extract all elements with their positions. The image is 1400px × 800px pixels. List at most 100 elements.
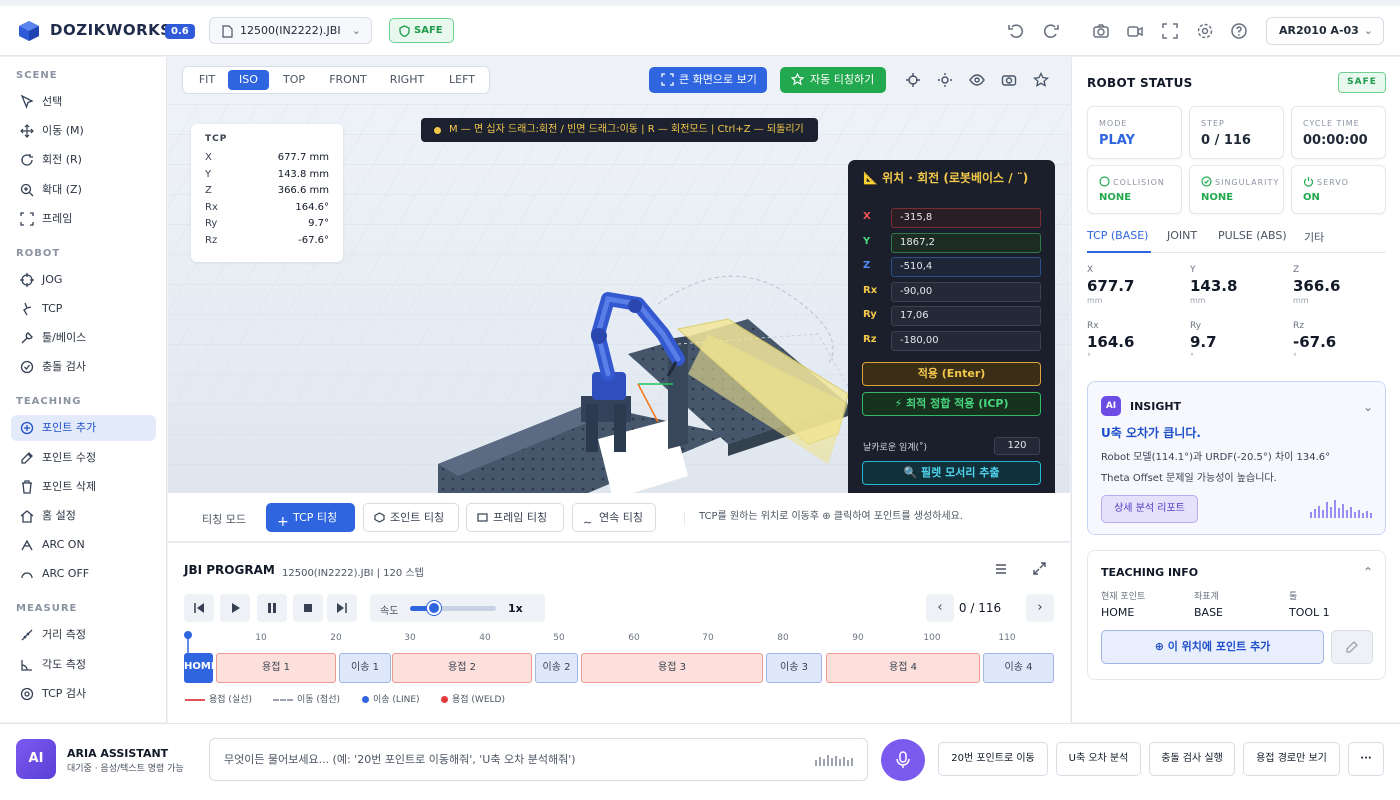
sidebar-item-tcp-check[interactable]: TCP 검사 bbox=[11, 681, 156, 707]
add-point-here-button[interactable]: ⊕ 이 위치에 포인트 추가 bbox=[1101, 630, 1324, 664]
skip-end-button[interactable] bbox=[327, 594, 357, 622]
sidebar-item-delete-point[interactable]: 포인트 삭제 bbox=[11, 474, 156, 500]
expand-icon[interactable] bbox=[1033, 562, 1046, 575]
joint-teach-button[interactable]: 조인트 티칭 bbox=[363, 503, 459, 532]
sidebar-item-rotate[interactable]: 회전 (R) bbox=[11, 147, 156, 173]
sidebar-item-arc-off[interactable]: ARC OFF bbox=[11, 561, 156, 587]
sidebar-item-collision[interactable]: 충돌 검사 bbox=[11, 354, 156, 380]
more-icon[interactable]: ··· bbox=[1348, 742, 1384, 776]
view-right-button[interactable]: RIGHT bbox=[381, 70, 433, 90]
favorite-icon[interactable] bbox=[1033, 72, 1049, 88]
timeline-segment-move[interactable]: 이송 2 bbox=[535, 653, 578, 683]
pos-y-input[interactable]: 1867,2 bbox=[891, 233, 1041, 253]
sharp-threshold-input[interactable]: 120 bbox=[994, 437, 1040, 455]
timeline-segment-move[interactable]: 이송 4 bbox=[983, 653, 1054, 683]
view-fit-button[interactable]: FIT bbox=[189, 70, 225, 90]
help-icon[interactable] bbox=[1230, 22, 1248, 40]
coord-unit: mm bbox=[1087, 296, 1103, 305]
icp-button[interactable]: ⚡ 최적 정합 적용 (ICP) bbox=[862, 392, 1041, 416]
continuous-teach-button[interactable]: ∼ 연속 티칭 bbox=[572, 503, 656, 532]
timeline-segment-move[interactable]: 이송 1 bbox=[339, 653, 391, 683]
sidebar-item-edit-point[interactable]: 포인트 수정 bbox=[11, 445, 156, 471]
stop-button[interactable] bbox=[293, 594, 323, 622]
tcp-value: 164.6° bbox=[295, 201, 329, 213]
sidebar-item-tool-base[interactable]: 툴/베이스 bbox=[11, 325, 156, 351]
screenshot-icon[interactable] bbox=[1001, 72, 1017, 88]
sidebar-item-select[interactable]: 선택 bbox=[11, 89, 156, 115]
light-icon[interactable] bbox=[937, 72, 953, 88]
quick-goto-point-button[interactable]: 20번 포인트로 이동 bbox=[938, 742, 1048, 776]
apply-button[interactable]: 적용 (Enter) bbox=[862, 362, 1041, 386]
sidebar-item-distance[interactable]: 거리 측정 bbox=[11, 622, 156, 648]
tab-joint[interactable]: JOINT bbox=[1167, 229, 1197, 253]
camera-icon[interactable] bbox=[1092, 22, 1110, 40]
chevron-up-icon[interactable]: ⌃ bbox=[1363, 565, 1373, 579]
speed-slider[interactable] bbox=[410, 601, 496, 615]
pos-row-rx: Rx -90,00 bbox=[863, 282, 1041, 302]
file-dropdown[interactable]: 12500(IN2222).JBI ⌄ bbox=[209, 17, 372, 44]
step-counter: 0 / 116 bbox=[958, 601, 1002, 615]
timeline-segment-weld[interactable]: 용접 1 bbox=[216, 653, 336, 683]
crosshair-icon[interactable] bbox=[905, 72, 921, 88]
view-iso-button[interactable]: ISO bbox=[228, 70, 269, 90]
detail-report-button[interactable]: 상세 분석 리포트 bbox=[1101, 495, 1198, 523]
card-label: MODE bbox=[1099, 119, 1128, 128]
sidebar-item-move[interactable]: 이동 (M) bbox=[11, 118, 156, 144]
timeline-segment-weld[interactable]: 용접 4 bbox=[826, 653, 980, 683]
tcp-teach-button[interactable]: + TCP 티칭 bbox=[266, 503, 355, 532]
pos-key: Rz bbox=[863, 334, 877, 345]
timeline-segment-move[interactable]: 이송 3 bbox=[766, 653, 822, 683]
big-view-button[interactable]: 큰 화면으로 보기 bbox=[649, 67, 767, 93]
undo-icon[interactable] bbox=[1007, 22, 1025, 40]
tab-other[interactable]: 기타 bbox=[1304, 229, 1324, 253]
timeline-segment-home[interactable]: HOME bbox=[184, 653, 218, 683]
quick-collision-check-button[interactable]: 충돌 검사 실행 bbox=[1149, 742, 1235, 776]
view-top-button[interactable]: TOP bbox=[273, 70, 315, 90]
sidebar-item-home[interactable]: 홈 설정 bbox=[11, 503, 156, 529]
sidebar-item-label: JOG bbox=[42, 273, 63, 286]
tab-tcp-base[interactable]: TCP (BASE) bbox=[1087, 229, 1151, 253]
sidebar-item-add-point[interactable]: 포인트 추가 bbox=[11, 415, 156, 441]
sidebar-item-angle[interactable]: 각도 측정 bbox=[11, 652, 156, 678]
timeline-tick: 30 bbox=[404, 633, 416, 643]
pause-button[interactable] bbox=[257, 594, 287, 622]
speed-slider-knob[interactable] bbox=[427, 601, 442, 615]
timeline-segment-weld[interactable]: 용접 3 bbox=[581, 653, 763, 683]
list-icon[interactable] bbox=[995, 563, 1007, 575]
sidebar-item-arc-on[interactable]: ARC ON bbox=[11, 532, 156, 558]
pos-rz-input[interactable]: -180,00 bbox=[891, 331, 1041, 351]
pos-ry-input[interactable]: 17,06 bbox=[891, 306, 1041, 326]
fullscreen-icon[interactable] bbox=[1161, 22, 1179, 40]
sidebar-item-frame[interactable]: 프레임 bbox=[11, 206, 156, 232]
quick-weld-path-button[interactable]: 용접 경로만 보기 bbox=[1243, 742, 1340, 776]
frame-teach-button[interactable]: 프레임 티칭 bbox=[466, 503, 564, 532]
auto-teach-button[interactable]: 자동 티칭하기 bbox=[780, 67, 886, 93]
robot-model-dropdown[interactable]: AR2010 A-03 ⌄ bbox=[1266, 17, 1384, 45]
coord-value: 677.7 bbox=[1087, 277, 1135, 295]
sidebar-item-tcp[interactable]: TCP bbox=[11, 296, 156, 322]
view-left-button[interactable]: LEFT bbox=[439, 70, 485, 90]
gear-icon[interactable] bbox=[1196, 22, 1214, 40]
fillet-extract-button[interactable]: 🔍 필렛 모서리 추출 bbox=[862, 461, 1041, 485]
play-button[interactable] bbox=[220, 594, 250, 622]
chevron-down-icon[interactable]: ⌄ bbox=[1363, 400, 1373, 414]
pos-z-input[interactable]: -510,4 bbox=[891, 257, 1041, 277]
quick-u-axis-analysis-button[interactable]: U축 오차 분석 bbox=[1056, 742, 1141, 776]
next-step-button[interactable]: › bbox=[1026, 594, 1054, 622]
mic-button[interactable] bbox=[881, 739, 925, 781]
skip-start-button[interactable] bbox=[184, 594, 214, 622]
timeline-segment-weld[interactable]: 용접 2 bbox=[392, 653, 532, 683]
tab-pulse[interactable]: PULSE (ABS) bbox=[1218, 229, 1287, 253]
pos-rx-input[interactable]: -90,00 bbox=[891, 282, 1041, 302]
sidebar-item-zoom[interactable]: 확대 (Z) bbox=[11, 177, 156, 203]
eye-icon[interactable] bbox=[969, 72, 985, 88]
video-icon[interactable] bbox=[1126, 22, 1144, 40]
sharp-threshold-label: 날카로운 임계(˚) bbox=[863, 443, 928, 453]
sidebar-item-jog[interactable]: JOG bbox=[11, 267, 156, 293]
pos-x-input[interactable]: -315,8 bbox=[891, 208, 1041, 228]
edit-point-button[interactable] bbox=[1331, 630, 1373, 664]
view-front-button[interactable]: FRONT bbox=[323, 70, 373, 90]
brand-name: DOZIKWORKS bbox=[50, 21, 172, 39]
redo-icon[interactable] bbox=[1042, 22, 1060, 40]
chat-input[interactable]: 무엇이든 물어보세요... (예: '20번 포인트로 이동해줘', 'U축 오… bbox=[209, 738, 868, 781]
